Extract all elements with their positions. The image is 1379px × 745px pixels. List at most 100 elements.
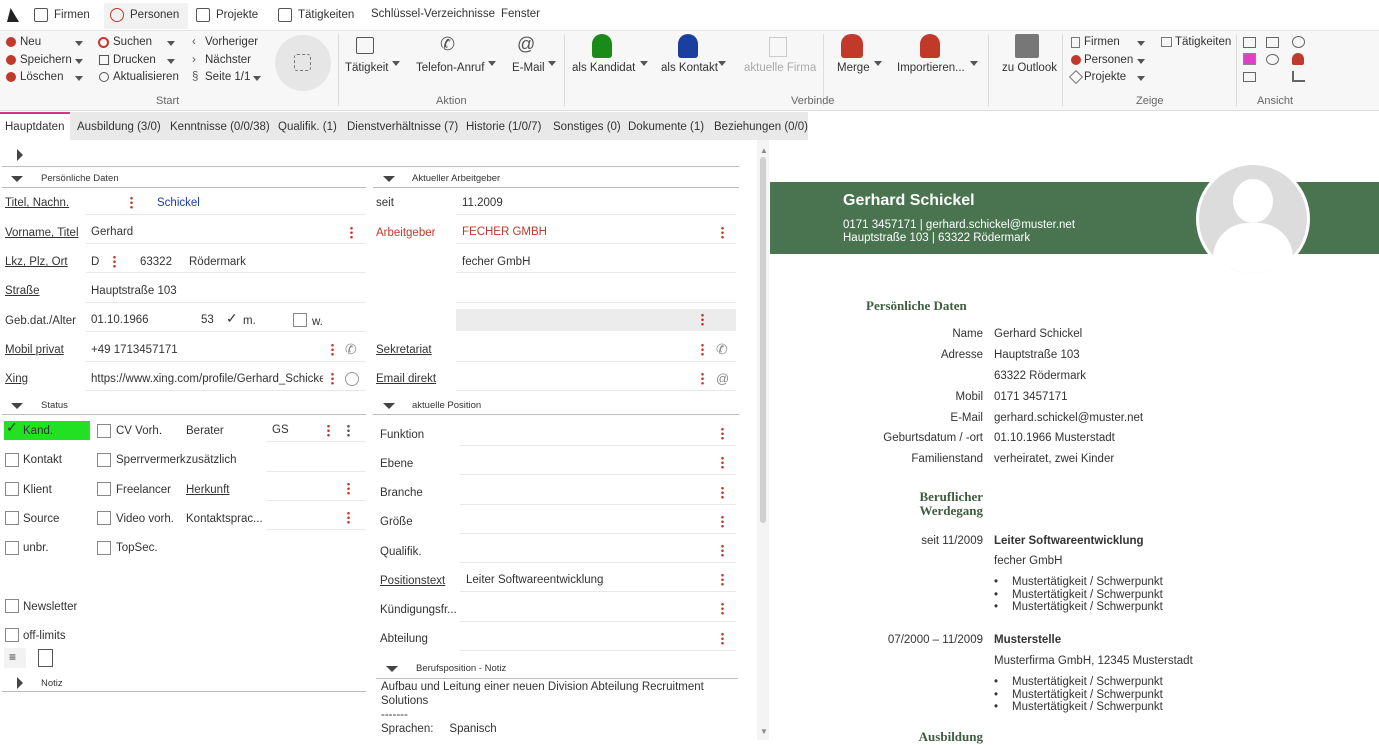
herkunft-menu-icon[interactable] bbox=[347, 482, 350, 495]
unbr-checkbox[interactable] bbox=[5, 541, 19, 555]
vorheriger-button[interactable]: Vorheriger bbox=[205, 36, 258, 48]
xing-field[interactable]: https://www.xing.com/profile/Gerhard_Sch… bbox=[91, 373, 323, 385]
ebene-menu-icon[interactable] bbox=[721, 456, 724, 469]
loeschen-dropdown-icon[interactable] bbox=[75, 76, 83, 81]
aktualisieren-button[interactable]: Aktualisieren bbox=[113, 71, 179, 83]
suchen-dropdown-icon[interactable] bbox=[167, 41, 175, 46]
zeige-taetigkeiten-button[interactable]: Tätigkeiten bbox=[1175, 36, 1231, 48]
menu-projekte[interactable]: Projekte bbox=[196, 8, 258, 22]
loeschen-button[interactable]: Löschen bbox=[20, 71, 63, 83]
list-collapse-icon[interactable] bbox=[1292, 71, 1305, 82]
menu-firmen[interactable]: Firmen bbox=[34, 8, 90, 22]
geb-field[interactable]: 01.10.1966 bbox=[91, 314, 149, 326]
seite-dropdown-icon[interactable] bbox=[253, 76, 261, 81]
strasse-label[interactable]: Straße bbox=[5, 285, 40, 297]
mobil-label[interactable]: Mobil privat bbox=[5, 344, 64, 356]
sperr-checkbox[interactable] bbox=[97, 453, 111, 467]
notiz-line-4[interactable]: Sprachen: Spanisch bbox=[381, 723, 497, 735]
expand-arrow-icon[interactable] bbox=[17, 149, 23, 161]
scroll-down-icon[interactable]: ▼ bbox=[760, 727, 768, 736]
funktion-menu-icon[interactable] bbox=[721, 427, 724, 440]
speichern-dropdown-icon[interactable] bbox=[75, 59, 83, 64]
strasse-field[interactable]: Hauptstraße 103 bbox=[91, 285, 177, 297]
kand-checkmark-icon[interactable]: ✓ bbox=[6, 419, 18, 436]
als-kontakt-button[interactable]: als Kontakt bbox=[661, 62, 718, 74]
source-checkbox[interactable] bbox=[5, 511, 19, 525]
vorname-label[interactable]: Vorname, Titel bbox=[5, 227, 79, 239]
kontaktsprache-menu-icon[interactable] bbox=[347, 511, 350, 524]
offlimits-checkbox[interactable] bbox=[5, 628, 19, 642]
importieren-dropdown-icon[interactable] bbox=[970, 61, 978, 66]
tab-kenntnisse[interactable]: Kenntnisse (0/0/38) bbox=[170, 121, 270, 133]
sekretariat-phone-icon[interactable]: ✆ bbox=[716, 341, 728, 358]
berater-more-icon[interactable] bbox=[347, 424, 350, 437]
drucken-button[interactable]: Drucken bbox=[113, 54, 156, 66]
seit-field[interactable]: 11.2009 bbox=[462, 197, 503, 209]
collapse-arrow-icon[interactable] bbox=[11, 403, 23, 409]
suchen-button[interactable]: Suchen bbox=[113, 36, 152, 48]
positionstext-menu-icon[interactable] bbox=[721, 573, 724, 586]
klient-checkbox[interactable] bbox=[5, 482, 19, 496]
highlight-icon[interactable] bbox=[1243, 53, 1256, 65]
zeige-firmen-button[interactable]: Firmen bbox=[1084, 36, 1120, 48]
drucken-dropdown-icon[interactable] bbox=[167, 59, 175, 64]
branche-menu-icon[interactable] bbox=[721, 486, 724, 499]
newsletter-checkbox[interactable] bbox=[5, 599, 19, 613]
kontakt-checkbox[interactable] bbox=[5, 453, 19, 467]
notiz-line-1[interactable]: Aufbau und Leitung einer neuen Division … bbox=[381, 681, 704, 693]
importieren-button[interactable]: Importieren... bbox=[897, 62, 965, 74]
nachname-field[interactable]: Schickel bbox=[157, 197, 200, 209]
neu-dropdown-icon[interactable] bbox=[75, 41, 83, 46]
sekretariat-label[interactable]: Sekretariat bbox=[376, 344, 432, 356]
arbeitgeber-menu-icon[interactable] bbox=[721, 226, 724, 239]
ort-field[interactable]: Rödermark bbox=[189, 256, 246, 268]
email-button[interactable]: E-Mail bbox=[512, 62, 545, 74]
speichern-button[interactable]: Speichern bbox=[20, 54, 72, 66]
eye-hide-icon[interactable] bbox=[1266, 54, 1279, 65]
zeige-projekte-dropdown-icon[interactable] bbox=[1137, 76, 1145, 81]
eye-view-icon[interactable] bbox=[1292, 36, 1305, 48]
aktuelle-firma-button[interactable]: aktuelle Firma bbox=[744, 62, 816, 74]
email-dropdown-icon[interactable] bbox=[548, 61, 556, 66]
qualifik-menu-icon[interactable] bbox=[721, 544, 724, 557]
phone-call-icon[interactable]: ✆ bbox=[345, 341, 357, 358]
video-checkbox[interactable] bbox=[97, 511, 111, 525]
naechster-button[interactable]: Nächster bbox=[205, 54, 251, 66]
cv-checkbox[interactable] bbox=[97, 424, 111, 438]
collapse-arrow-icon[interactable] bbox=[383, 403, 395, 409]
tab-hauptdaten[interactable]: Hauptdaten bbox=[5, 121, 64, 133]
tab-ausbildung[interactable]: Ausbildung (3/0) bbox=[77, 121, 161, 133]
vorname-field[interactable]: Gerhard bbox=[91, 226, 133, 238]
female-checkbox[interactable] bbox=[293, 313, 307, 327]
male-checkbox[interactable]: ✓ bbox=[224, 310, 238, 327]
sekretariat-menu-icon[interactable] bbox=[701, 343, 704, 356]
titel-menu-icon[interactable] bbox=[130, 196, 133, 209]
taetigkeit-dropdown-icon[interactable] bbox=[392, 61, 400, 66]
notiz-line-3[interactable]: ------- bbox=[381, 709, 408, 721]
email-menu-icon[interactable] bbox=[701, 372, 704, 385]
positionstext-field[interactable]: Leiter Softwareentwicklung bbox=[466, 574, 603, 586]
lkz-menu-icon[interactable] bbox=[113, 255, 116, 268]
neu-button[interactable]: Neu bbox=[20, 36, 41, 48]
berater-field[interactable]: GS bbox=[272, 424, 289, 436]
arbeitgeber-label[interactable]: Arbeitgeber bbox=[376, 227, 435, 239]
tab-dienstverhaeltnisse[interactable]: Dienstverhältnisse (7) bbox=[347, 121, 458, 133]
globe-icon[interactable] bbox=[345, 372, 359, 386]
vorname-menu-icon[interactable] bbox=[350, 226, 353, 239]
id-card-icon[interactable] bbox=[1243, 72, 1256, 82]
kuendigung-menu-icon[interactable] bbox=[721, 602, 724, 615]
telefon-dropdown-icon[interactable] bbox=[488, 61, 496, 66]
plz-field[interactable]: 63322 bbox=[140, 256, 172, 268]
herkunft-label[interactable]: Herkunft bbox=[186, 484, 229, 496]
zeige-personen-button[interactable]: Personen bbox=[1084, 54, 1133, 66]
scroll-up-icon[interactable]: ▲ bbox=[760, 146, 768, 155]
tab-sonstiges[interactable]: Sonstiges (0) bbox=[553, 121, 621, 133]
berater-menu-icon[interactable] bbox=[327, 424, 330, 437]
xing-label[interactable]: Xing bbox=[5, 373, 28, 385]
tab-qualifik[interactable]: Qualifik. (1) bbox=[278, 121, 337, 133]
menu-fenster[interactable]: Fenster bbox=[501, 8, 540, 20]
abteilung-menu-icon[interactable] bbox=[721, 632, 724, 645]
notiz-line-2[interactable]: Solutions bbox=[381, 695, 428, 707]
email-at-icon[interactable]: @ bbox=[716, 371, 729, 386]
zu-outlook-button[interactable]: zu Outlook bbox=[1002, 62, 1057, 74]
